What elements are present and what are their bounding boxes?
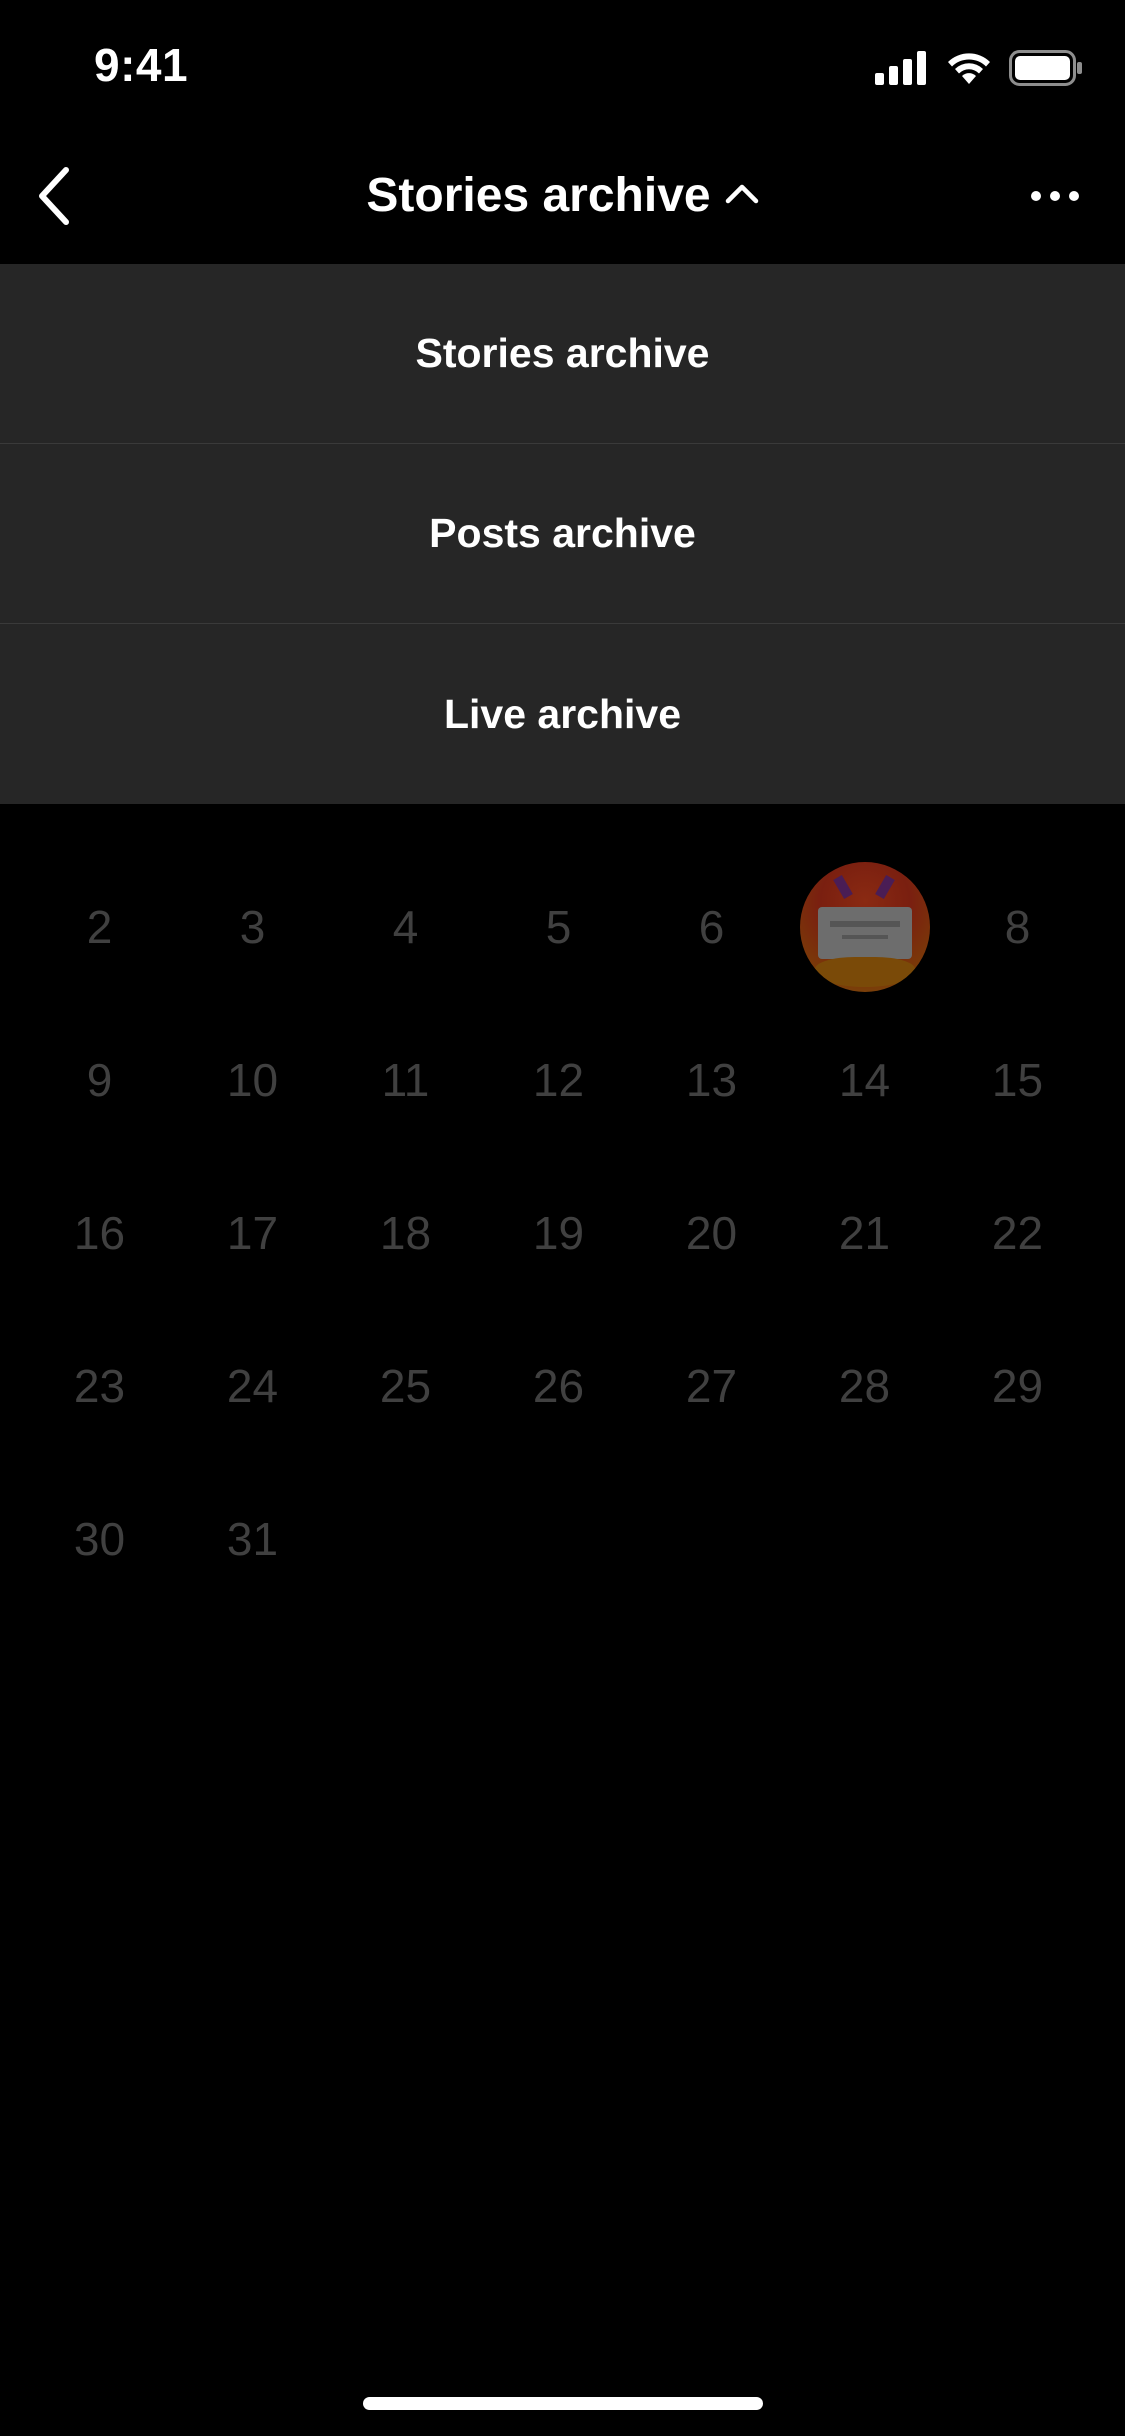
calendar-day: 23 [73, 1359, 126, 1412]
calendar-day: 24 [226, 1359, 279, 1412]
calendar-day: 14 [838, 1053, 891, 1106]
calendar-day: 13 [685, 1053, 738, 1106]
calendar-day: 5 [545, 900, 572, 953]
calendar-day: 6 [698, 900, 725, 953]
menu-item-live-archive[interactable]: Live archive [0, 624, 1125, 804]
calendar-day: 31 [226, 1512, 279, 1565]
story-thumbnail [799, 861, 930, 992]
calendar-day: 8 [1004, 900, 1031, 953]
more-horizontal-icon [1030, 189, 1080, 207]
calendar-day: 19 [532, 1206, 585, 1259]
calendar-day: 9 [86, 1053, 113, 1106]
calendar-day: 22 [991, 1206, 1044, 1259]
page-title: Stories archive [366, 169, 711, 222]
menu-item-stories-archive[interactable]: Stories archive [0, 264, 1125, 444]
stories-calendar: 2 3 4 5 6 8 9 10 11 12 13 14 15 16 17 18… [0, 850, 1125, 1615]
calendar-day: 4 [392, 900, 419, 953]
chevron-up-icon [725, 182, 759, 209]
status-time: 9:41 [94, 39, 189, 91]
calendar-day: 20 [685, 1206, 738, 1259]
archive-type-selector[interactable]: Stories archive [0, 168, 1125, 223]
battery-icon [1009, 49, 1083, 91]
menu-item-posts-archive[interactable]: Posts archive [0, 444, 1125, 624]
cellular-signal-icon [875, 50, 929, 90]
calendar-day: 17 [226, 1206, 279, 1259]
calendar-day: 3 [239, 900, 266, 953]
calendar-day: 30 [73, 1512, 126, 1565]
more-options-button[interactable] [1015, 162, 1095, 234]
archive-dropdown-menu: Stories archive Posts archive Live archi… [0, 264, 1125, 804]
home-indicator[interactable] [363, 2397, 763, 2410]
wifi-icon [945, 50, 993, 91]
calendar-day-story[interactable] [788, 850, 941, 1003]
status-bar: 9:41 [0, 0, 1125, 132]
archive-screen: 9:41 Stories archive Stories archive Pos… [0, 0, 1125, 2436]
calendar-day: 21 [838, 1206, 891, 1259]
calendar-day: 29 [991, 1359, 1044, 1412]
calendar-day: 25 [379, 1359, 432, 1412]
calendar-day: 18 [379, 1206, 432, 1259]
calendar-day: 15 [991, 1053, 1044, 1106]
status-icons [875, 49, 1083, 91]
calendar-day: 26 [532, 1359, 585, 1412]
calendar-day: 12 [532, 1053, 585, 1106]
calendar-day: 27 [685, 1359, 738, 1412]
calendar-grid: 2 3 4 5 6 8 9 10 11 12 13 14 15 16 17 18… [0, 850, 1125, 1615]
nav-bar: Stories archive [0, 132, 1125, 264]
calendar-day: 2 [86, 900, 113, 953]
calendar-day: 28 [838, 1359, 891, 1412]
calendar-day: 11 [381, 1053, 430, 1106]
calendar-day: 16 [73, 1206, 126, 1259]
calendar-day: 10 [226, 1053, 279, 1106]
